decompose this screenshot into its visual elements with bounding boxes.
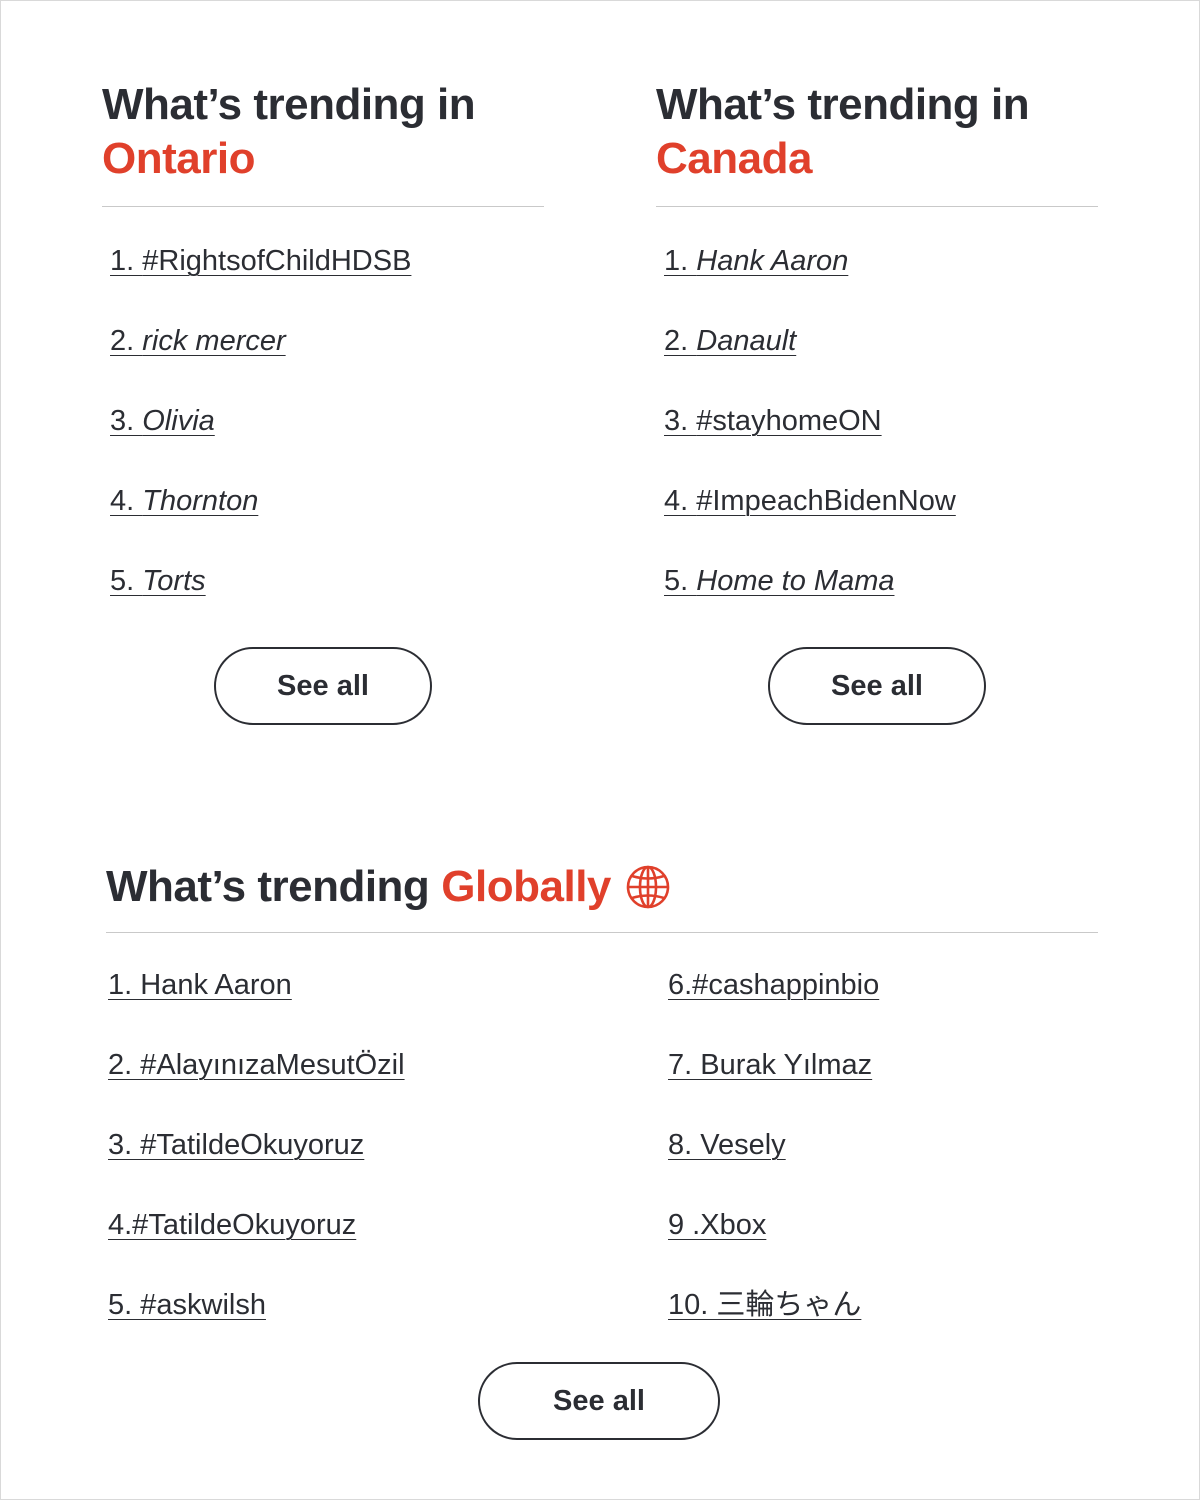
global-trending-section: What’s trending Globally 1. Hank Aaron 2…	[106, 860, 1098, 1440]
canada-heading: What’s trending in Canada	[656, 78, 1098, 186]
trend-rank: 4.	[664, 485, 697, 517]
list-item: 3. Olivia	[110, 401, 544, 481]
global-divider	[106, 932, 1098, 933]
global-heading-region: Globally	[441, 862, 611, 911]
canada-trend-link-3[interactable]: 3. #stayhomeON	[664, 405, 882, 437]
trend-rank: 1.	[110, 245, 143, 277]
trend-text: #RightsofChildHDSB	[142, 245, 412, 277]
list-item: 2. Danault	[664, 321, 1098, 401]
global-trend-link-1[interactable]: 1. Hank Aaron	[108, 969, 292, 1001]
global-see-all-button[interactable]: See all	[478, 1362, 720, 1440]
globe-icon	[625, 864, 671, 910]
canada-see-all-button[interactable]: See all	[768, 647, 986, 725]
global-trend-link-4[interactable]: 4.#TatildeOkuyoruz	[108, 1209, 356, 1241]
global-heading: What’s trending Globally	[106, 860, 1098, 914]
list-item: 6.#cashappinbio	[668, 965, 879, 1045]
global-trend-link-5[interactable]: 5. #askwilsh	[108, 1289, 266, 1321]
trend-rank: 5.	[664, 565, 697, 597]
list-item: 10. 三輪ちゃん	[668, 1285, 879, 1365]
list-item: 4.#TatildeOkuyoruz	[108, 1205, 405, 1285]
ontario-trend-link-3[interactable]: 3. Olivia	[110, 405, 215, 437]
global-trend-link-6[interactable]: 6.#cashappinbio	[668, 969, 879, 1001]
list-item: 4. #ImpeachBidenNow	[664, 481, 1098, 561]
global-trend-lists: 1. Hank Aaron 2. #AlayınızaMesutÖzil 3. …	[106, 965, 1098, 1365]
global-heading-lead: What’s trending	[106, 862, 430, 911]
ontario-heading: What’s trending in Ontario	[102, 78, 544, 186]
ontario-trend-list: 1. #RightsofChildHDSB 2. rick mercer 3. …	[102, 241, 544, 641]
canada-heading-lead: What’s trending in	[656, 80, 1030, 129]
list-item: 5. Torts	[110, 561, 544, 641]
global-trend-list-right: 6.#cashappinbio 7. Burak Yılmaz 8. Vesel…	[668, 965, 879, 1365]
trend-rank: 2.	[664, 325, 697, 357]
list-item: 5. Home to Mama	[664, 561, 1098, 641]
canada-trend-link-5[interactable]: 5. Home to Mama	[664, 565, 894, 597]
global-trend-link-3[interactable]: 3. #TatildeOkuyoruz	[108, 1129, 364, 1161]
trend-rank: 2.	[110, 325, 143, 357]
canada-trending-section: What’s trending in Canada 1. Hank Aaron …	[656, 78, 1098, 725]
list-item: 8. Vesely	[668, 1125, 879, 1205]
list-item: 1. #RightsofChildHDSB	[110, 241, 544, 321]
trend-text: Torts	[142, 565, 206, 597]
trend-rank: 3.	[110, 405, 143, 437]
canada-trend-link-4[interactable]: 4. #ImpeachBidenNow	[664, 485, 956, 517]
trend-text: Olivia	[142, 405, 215, 437]
canada-divider	[656, 206, 1098, 207]
ontario-divider	[102, 206, 544, 207]
trend-text: Thornton	[142, 485, 259, 517]
canada-trend-link-1[interactable]: 1. Hank Aaron	[664, 245, 848, 277]
list-item: 3. #TatildeOkuyoruz	[108, 1125, 405, 1205]
ontario-trend-link-5[interactable]: 5. Torts	[110, 565, 206, 597]
global-trend-link-2[interactable]: 2. #AlayınızaMesutÖzil	[108, 1049, 405, 1081]
ontario-heading-region: Ontario	[102, 134, 255, 183]
list-item: 1. Hank Aaron	[664, 241, 1098, 321]
trend-text: Hank Aaron	[696, 245, 849, 277]
trend-rank: 1.	[664, 245, 697, 277]
canada-trend-link-2[interactable]: 2. Danault	[664, 325, 796, 357]
global-trend-link-7[interactable]: 7. Burak Yılmaz	[668, 1049, 872, 1081]
trend-rank: 3.	[664, 405, 697, 437]
trend-text: Danault	[696, 325, 797, 357]
trend-text: #ImpeachBidenNow	[696, 485, 956, 517]
list-item: 3. #stayhomeON	[664, 401, 1098, 481]
list-item: 7. Burak Yılmaz	[668, 1045, 879, 1125]
list-item: 4. Thornton	[110, 481, 544, 561]
trend-text: #stayhomeON	[696, 405, 882, 437]
canada-heading-region: Canada	[656, 134, 812, 183]
global-trend-link-8[interactable]: 8. Vesely	[668, 1129, 786, 1161]
ontario-trend-link-2[interactable]: 2. rick mercer	[110, 325, 286, 357]
ontario-trend-link-1[interactable]: 1. #RightsofChildHDSB	[110, 245, 411, 277]
global-trend-list-left: 1. Hank Aaron 2. #AlayınızaMesutÖzil 3. …	[108, 965, 405, 1365]
global-trend-link-10[interactable]: 10. 三輪ちゃん	[668, 1289, 861, 1321]
global-trend-link-9[interactable]: 9 .Xbox	[668, 1209, 766, 1241]
trend-text: Home to Mama	[696, 565, 895, 597]
canada-trend-list: 1. Hank Aaron 2. Danault 3. #stayhomeON …	[656, 241, 1098, 641]
ontario-see-all-button[interactable]: See all	[214, 647, 432, 725]
ontario-heading-lead: What’s trending in	[102, 80, 476, 129]
list-item: 5. #askwilsh	[108, 1285, 405, 1365]
ontario-trend-link-4[interactable]: 4. Thornton	[110, 485, 258, 517]
list-item: 1. Hank Aaron	[108, 965, 405, 1045]
trend-rank: 5.	[110, 565, 143, 597]
list-item: 2. #AlayınızaMesutÖzil	[108, 1045, 405, 1125]
list-item: 9 .Xbox	[668, 1205, 879, 1285]
ontario-trending-section: What’s trending in Ontario 1. #RightsofC…	[102, 78, 544, 725]
trend-text: rick mercer	[142, 325, 286, 357]
list-item: 2. rick mercer	[110, 321, 544, 401]
trend-rank: 4.	[110, 485, 143, 517]
